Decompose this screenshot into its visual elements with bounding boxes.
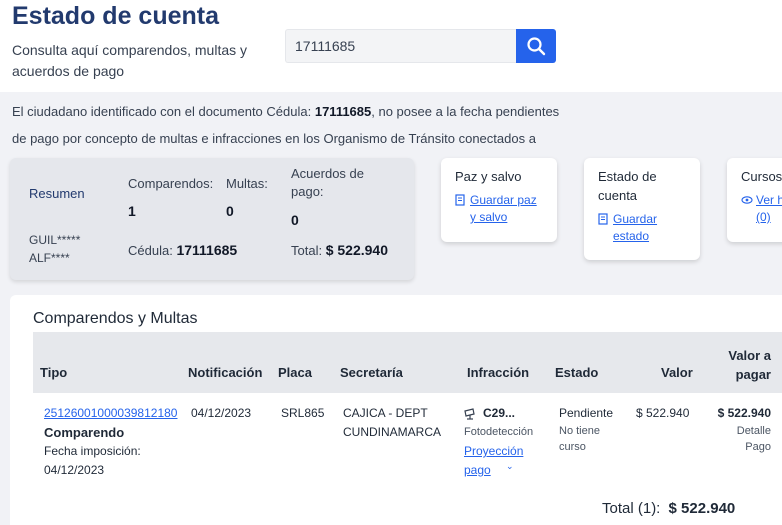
header-valor-a-pagar-line1: Valor a [728, 348, 771, 363]
row-tipo-cell: 25126001000039812180 Comparendo Fecha im… [44, 404, 177, 480]
header-valor: Valor [661, 365, 693, 380]
citizen-name-line1: GUIL***** [29, 233, 81, 247]
total-row: Total: $ 522.940 [291, 242, 388, 258]
row-infraccion-cell: C29... Fotodetección Proyección pago ⌄ [464, 404, 549, 480]
paz-y-salvo-title: Paz y salvo [455, 169, 522, 184]
search-button[interactable] [516, 29, 556, 63]
row-estado-cell: Pendiente No tiene curso [559, 404, 629, 455]
estado-cuenta-link-row: Guardar estado [598, 211, 686, 245]
chevron-down-icon[interactable]: ⌄ [506, 457, 514, 476]
table-total-label: Total (1): [602, 500, 661, 517]
guardar-estado-link[interactable]: Guardar estado [613, 211, 673, 245]
row-valor-pagar-cell: $ 522.940 Detalle Pago [706, 404, 771, 455]
page-subtitle: Consulta aquí comparendos, multas y acue… [12, 42, 248, 79]
multas-label: Multas: [226, 176, 268, 191]
row-placa: SRL865 [281, 406, 325, 420]
cursos-link-row: Ver h (0) [741, 192, 782, 226]
guardar-paz-y-salvo-link[interactable]: Guardar paz y salvo [470, 192, 543, 226]
total-value: $ 522.940 [325, 242, 388, 258]
header-tipo: Tipo [40, 365, 68, 380]
proyeccion-pago-row: Proyección pago ⌄ [464, 442, 549, 480]
table-total: Total (1): $ 522.940 [602, 500, 735, 517]
citizen-name: GUIL***** ALF**** [29, 231, 80, 267]
header-estado: Estado [555, 365, 599, 380]
header-valor-a-pagar: Valor a pagar [723, 346, 771, 384]
estado-cuenta-card: Estado de cuenta Guardar estado [584, 158, 700, 260]
summary-title: Resumen [29, 186, 85, 201]
row-detalle[interactable]: Detalle [706, 423, 771, 439]
row-estado: Pendiente [559, 406, 614, 420]
doc-number: 17111685 [314, 104, 372, 119]
row-secretaria: CAJICA - DEPT CUNDINAMARCA [343, 406, 442, 439]
comparendos-label: Comparendos: [128, 176, 214, 191]
cedula-label: Cédula: [128, 243, 173, 258]
header-secretaria: Secretaría [340, 365, 403, 380]
citizen-name-line2: ALF**** [29, 251, 70, 265]
status-message-part1: El ciudadano identificado con el documen… [12, 104, 267, 119]
estado-cuenta-title: Estado de cuenta [598, 169, 657, 203]
eye-icon [741, 196, 753, 204]
row-valor: $ 522.940 [636, 406, 690, 420]
cedula-value: 17111685 [176, 242, 238, 258]
row-tipo: Comparendo [44, 425, 125, 440]
document-icon [455, 194, 465, 206]
section-title: Comparendos y Multas [33, 310, 198, 327]
header-valor-a-pagar-line2: pagar [735, 367, 771, 382]
row-fecha-label: Fecha imposición: [44, 444, 141, 458]
header-infraccion: Infracción [467, 365, 530, 380]
search-input[interactable] [285, 29, 517, 63]
total-label: Total: [291, 243, 323, 258]
paz-y-salvo-link-row: Guardar paz y salvo [455, 192, 543, 226]
row-estado-sub: No tiene curso [559, 425, 600, 453]
header: Estado de cuenta Consulta aquí comparend… [0, 0, 782, 92]
table-total-value: $ 522.940 [668, 500, 736, 517]
cursos-title: Cursos [741, 169, 782, 184]
row-pago[interactable]: Pago [706, 439, 771, 455]
row-infraccion-tipo: Fotodetección [464, 426, 534, 438]
row-infraccion-code-row: C29... [464, 404, 549, 423]
cedula-row: Cédula: 17111685 [128, 242, 237, 258]
search-icon [527, 37, 546, 56]
header-notificacion: Notificación [188, 365, 263, 380]
document-icon [598, 213, 608, 225]
comparendo-number-link[interactable]: 25126001000039812180 [44, 404, 177, 423]
paz-y-salvo-card: Paz y salvo Guardar paz y salvo [441, 158, 557, 242]
cursos-card: Cursos Ver h (0) [727, 158, 782, 242]
row-valor-pagar: $ 522.940 [717, 406, 771, 420]
comparendos-count: 1 [128, 203, 136, 219]
row-notificacion: 04/12/2023 [191, 406, 252, 420]
multas-count: 0 [226, 203, 234, 219]
acuerdos-count: 0 [291, 212, 299, 228]
page-title: Estado de cuenta [12, 2, 219, 30]
row-fecha: 04/12/2023 [44, 463, 105, 477]
summary-card: Resumen GUIL***** ALF**** Comparendos: 1… [10, 158, 414, 280]
camera-icon [464, 407, 475, 420]
doc-label: Cédula: [266, 104, 312, 119]
header-placa: Placa [278, 365, 312, 380]
proyeccion-pago-link[interactable]: Proyección pago [464, 442, 526, 480]
row-infraccion-code: C29... [483, 406, 516, 420]
table-header: Tipo Notificación Placa Secretaría Infra… [33, 332, 782, 393]
ver-historial-cursos-link[interactable]: Ver h (0) [756, 192, 782, 226]
acuerdos-label: Acuerdos de pago: [291, 166, 364, 199]
